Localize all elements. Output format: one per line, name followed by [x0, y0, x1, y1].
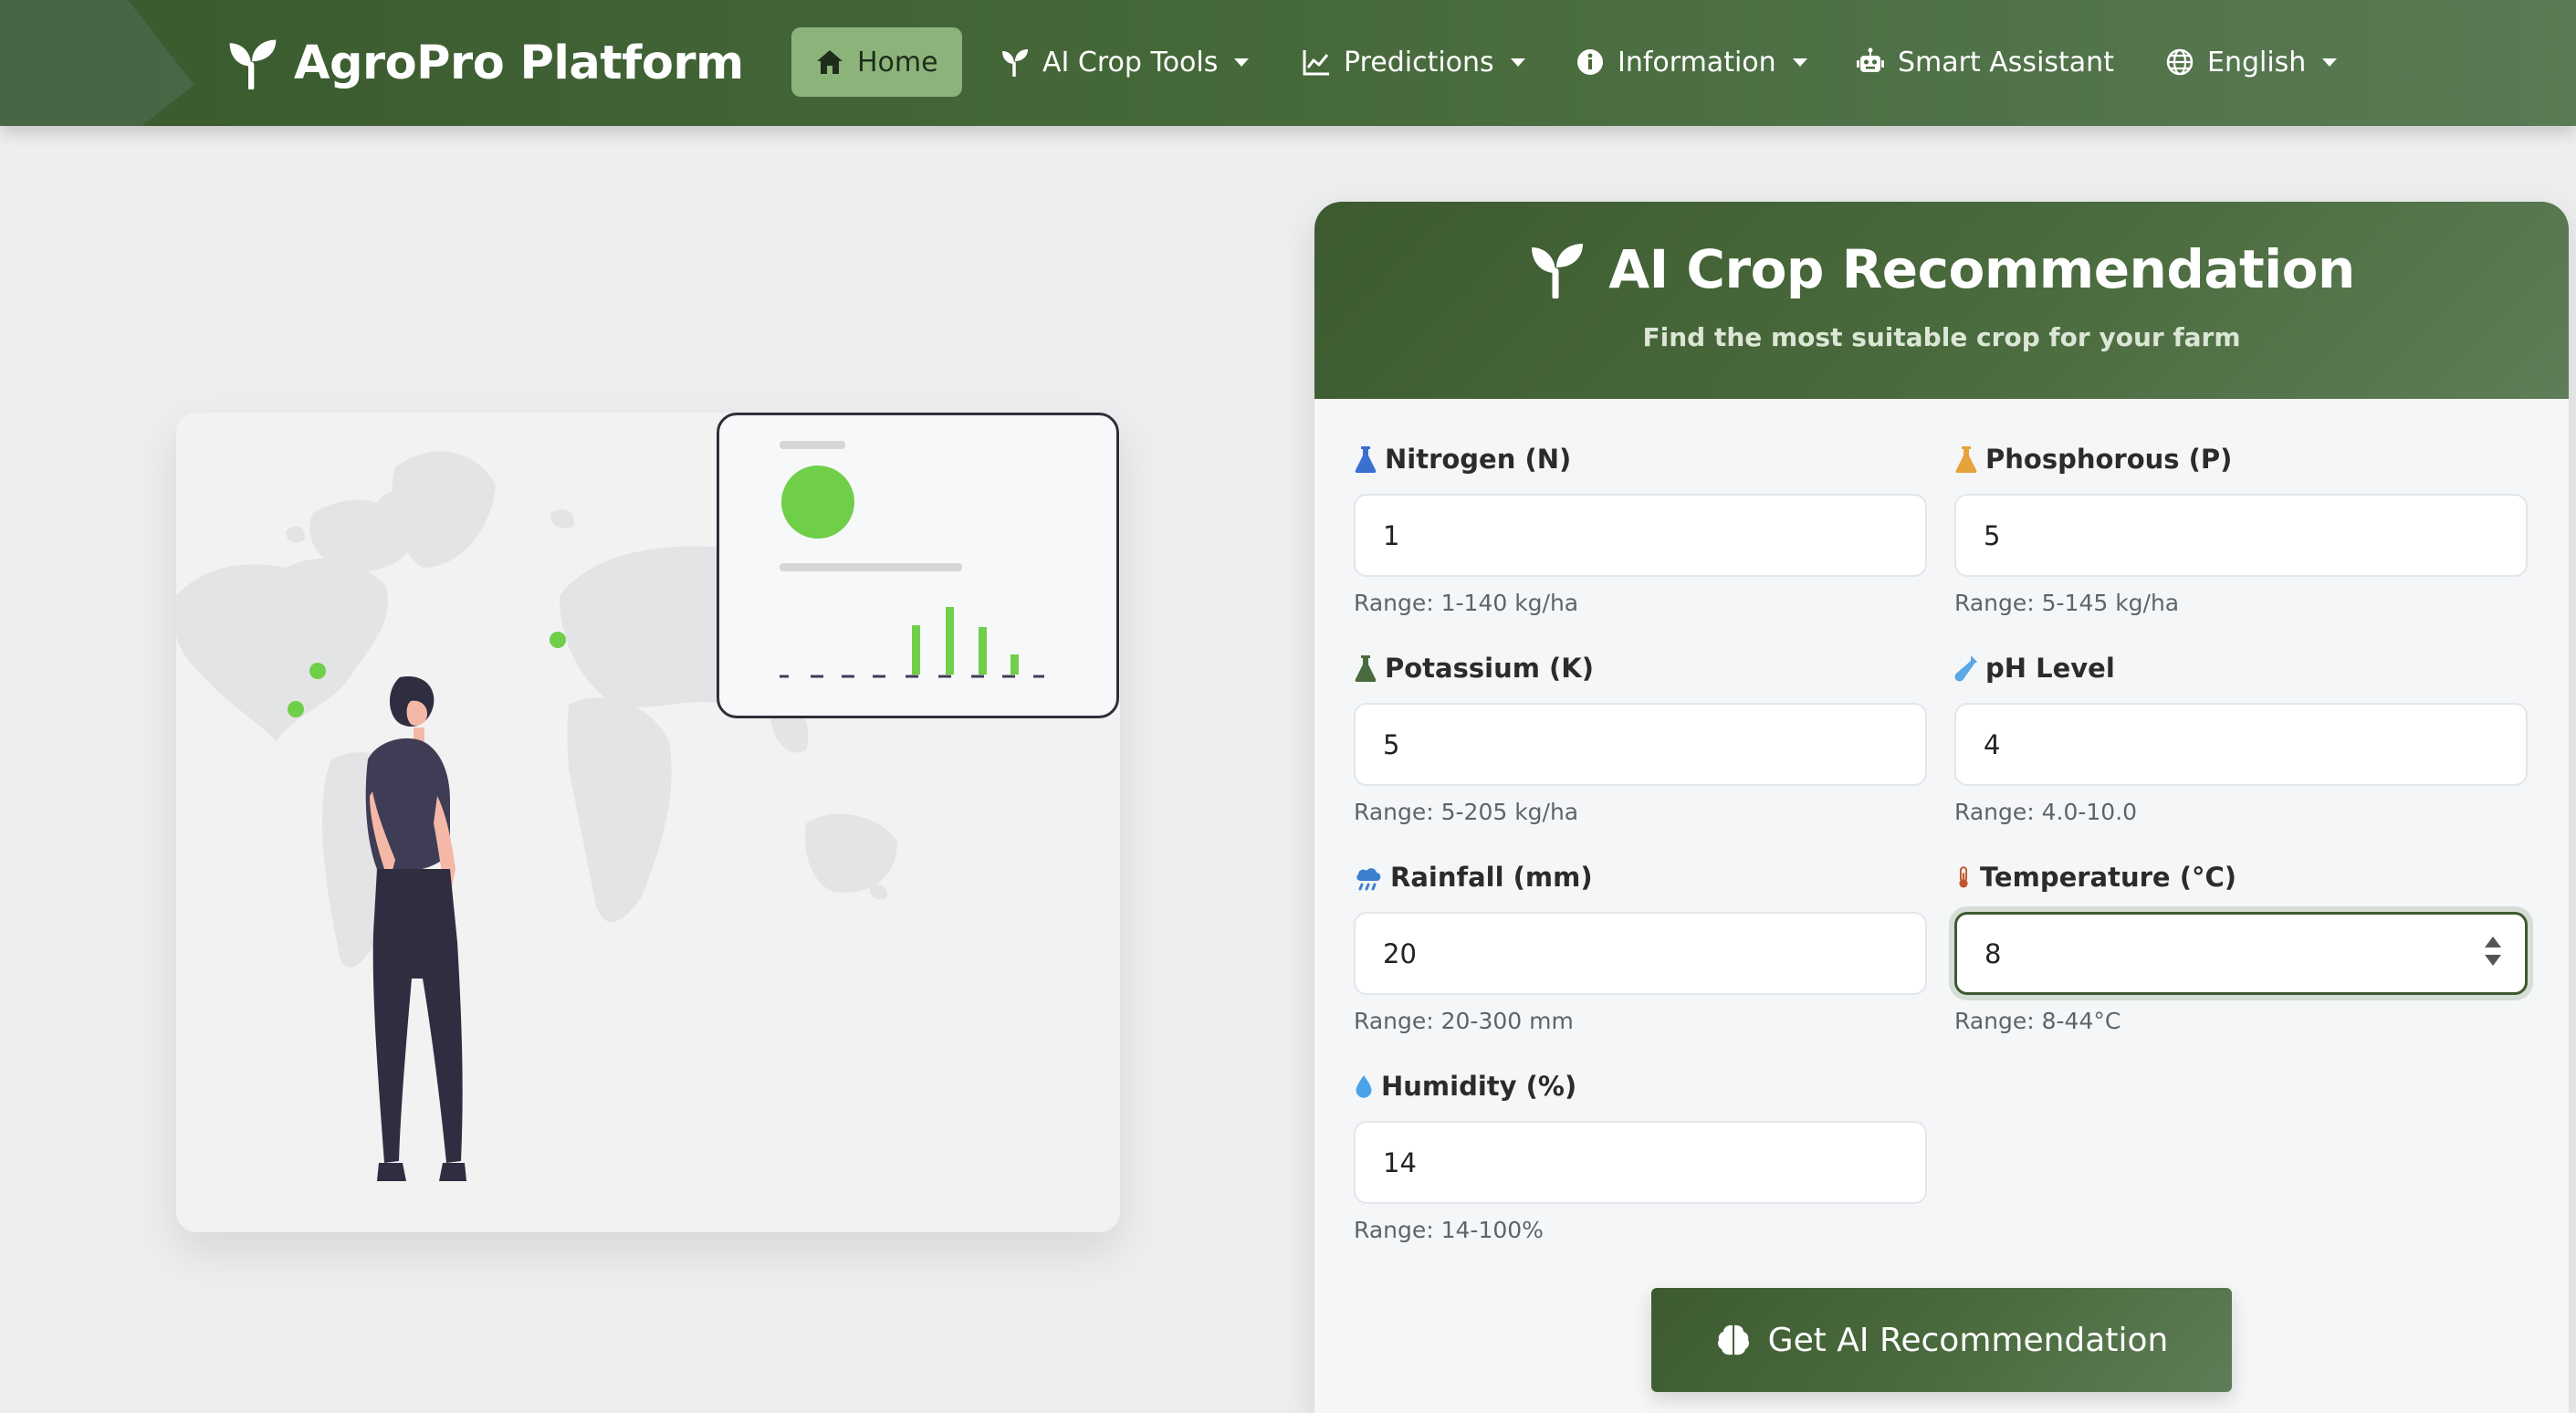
phosphorous-input-value: 5 — [1984, 519, 2001, 551]
chevron-down-icon — [1792, 58, 1807, 67]
humidity-range-hint: Range: 14-100% — [1354, 1217, 1544, 1243]
nav-language[interactable]: English — [2141, 27, 2361, 97]
card-header: AI Crop Recommendation Find the most sui… — [1314, 202, 2569, 399]
robot-icon — [1857, 47, 1884, 72]
spinner-up-icon[interactable] — [2485, 937, 2501, 947]
seedling-icon — [1532, 244, 1584, 298]
potassium-range-hint: Range: 5-205 kg/ha — [1354, 799, 1579, 825]
field-nitrogen: Nitrogen (N) 1 Range: 1-140 kg/ha — [1354, 441, 1927, 616]
brain-icon — [1717, 1324, 1749, 1355]
field-phosphorous: Phosphorous (P) 5 Range: 5-145 kg/ha — [1954, 441, 2528, 616]
rainfall-input[interactable]: 20 — [1354, 912, 1927, 995]
nitrogen-input-value: 1 — [1383, 519, 1400, 551]
temperature-range-hint: Range: 8-44°C — [1954, 1008, 2121, 1034]
thermometer-icon — [1959, 866, 1968, 888]
flask-icon — [1355, 655, 1377, 682]
humidity-input-value: 14 — [1383, 1146, 1417, 1178]
field-temperature-label: Temperature (°C) — [1980, 862, 2236, 893]
temperature-input[interactable]: 8 — [1954, 912, 2528, 995]
vial-icon — [1954, 655, 1977, 682]
dashboard-chart-illustration — [780, 441, 1044, 678]
globe-icon — [2166, 48, 2194, 76]
droplet-icon — [1356, 1075, 1372, 1098]
temperature-input-value: 8 — [1984, 937, 2002, 969]
chevron-down-icon — [1510, 58, 1525, 67]
brand-name: AgroPro Platform — [294, 36, 744, 90]
spinner-down-icon[interactable] — [2485, 955, 2501, 966]
field-phosphorous-label: Phosphorous (P) — [1985, 444, 2233, 475]
field-ph-level: pH Level 4 Range: 4.0-10.0 — [1954, 650, 2528, 825]
brand-logo[interactable]: AgroPro Platform — [226, 31, 744, 95]
cloud-rain-icon — [1356, 868, 1381, 891]
home-icon — [817, 50, 843, 74]
humidity-input[interactable]: 14 — [1354, 1121, 1927, 1204]
nav-ai-crop-tools[interactable]: AI Crop Tools — [977, 27, 1272, 97]
field-humidity-label: Humidity (%) — [1381, 1071, 1577, 1102]
navbar-corner-decoration — [0, 0, 194, 126]
card-title: AI Crop Recommendation — [1314, 238, 2569, 300]
nav-home[interactable]: Home — [791, 27, 962, 97]
dashboard-card-illustration — [717, 413, 1119, 718]
nav-information-label: Information — [1618, 46, 1776, 78]
card-title-text: AI Crop Recommendation — [1608, 238, 2355, 300]
field-humidity: Humidity (%) 14 Range: 14-100% — [1354, 1068, 1927, 1243]
seedling-icon — [1002, 49, 1028, 77]
info-circle-icon — [1577, 49, 1603, 75]
chevron-down-icon — [2322, 58, 2338, 67]
field-temperature: Temperature (°C) 8 Range: 8-44°C — [1954, 859, 2528, 1034]
person-illustration — [365, 676, 466, 1181]
get-recommendation-label: Get AI Recommendation — [1767, 1321, 2169, 1359]
field-potassium-label: Potassium (K) — [1385, 653, 1595, 684]
ph-level-input-value: 4 — [1984, 728, 2001, 760]
flask-icon — [1955, 446, 1977, 473]
seedling-icon — [229, 39, 277, 89]
chart-line-icon — [1303, 50, 1329, 76]
flask-icon — [1355, 446, 1377, 473]
chevron-down-icon — [1234, 58, 1250, 67]
nav-smart-assistant[interactable]: Smart Assistant — [1832, 27, 2138, 97]
phosphorous-input[interactable]: 5 — [1954, 494, 2528, 577]
ph-level-range-hint: Range: 4.0-10.0 — [1954, 799, 2138, 825]
number-spinner[interactable] — [2485, 937, 2501, 973]
nitrogen-range-hint: Range: 1-140 kg/ha — [1354, 590, 1579, 616]
field-rainfall-label: Rainfall (mm) — [1390, 862, 1593, 893]
field-nitrogen-label: Nitrogen (N) — [1385, 444, 1572, 475]
nav-predictions-label: Predictions — [1344, 46, 1494, 78]
top-navbar: AgroPro Platform Home AI Crop Tools Pred… — [0, 0, 2576, 126]
nav-smart-assistant-label: Smart Assistant — [1898, 46, 2114, 78]
field-ph-level-label: pH Level — [1985, 653, 2115, 684]
nav-predictions[interactable]: Predictions — [1278, 27, 1549, 97]
rainfall-range-hint: Range: 20-300 mm — [1354, 1008, 1574, 1034]
field-rainfall: Rainfall (mm) 20 Range: 20-300 mm — [1354, 859, 1927, 1034]
potassium-input[interactable]: 5 — [1354, 703, 1927, 786]
nitrogen-input[interactable]: 1 — [1354, 494, 1927, 577]
card-subtitle: Find the most suitable crop for your far… — [1642, 322, 2241, 352]
field-potassium: Potassium (K) 5 Range: 5-205 kg/ha — [1354, 650, 1927, 825]
nav-language-label: English — [2207, 46, 2307, 78]
nav-information[interactable]: Information — [1552, 27, 1831, 97]
nav-ai-crop-tools-label: AI Crop Tools — [1042, 46, 1219, 78]
phosphorous-range-hint: Range: 5-145 kg/ha — [1954, 590, 2180, 616]
ph-level-input[interactable]: 4 — [1954, 703, 2528, 786]
rainfall-input-value: 20 — [1383, 937, 1417, 969]
get-recommendation-button[interactable]: Get AI Recommendation — [1651, 1288, 2232, 1392]
potassium-input-value: 5 — [1383, 728, 1400, 760]
nav-home-label: Home — [857, 46, 938, 78]
